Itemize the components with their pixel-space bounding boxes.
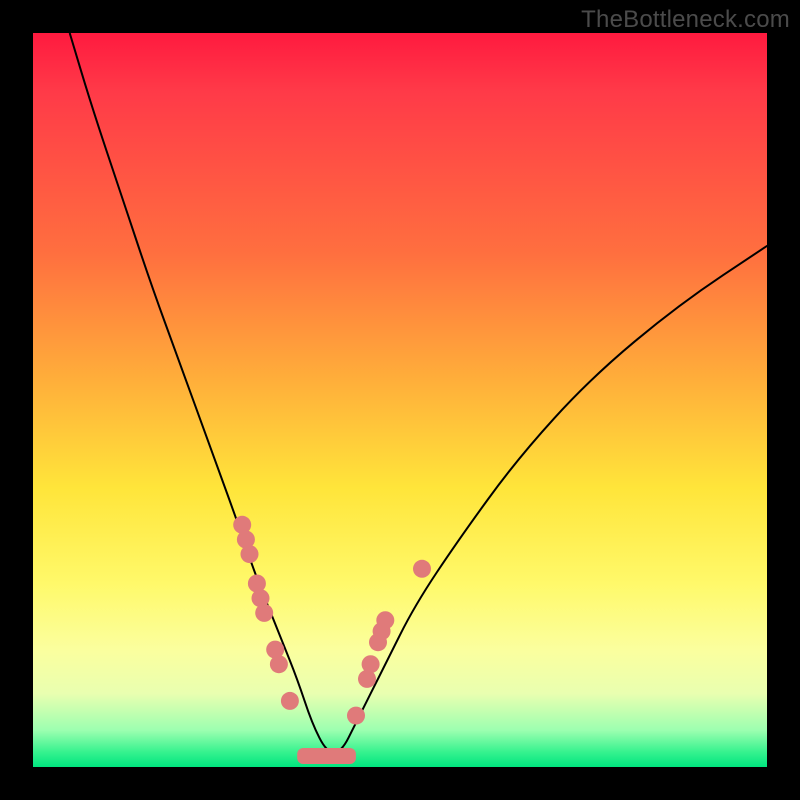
bottleneck-curve: [70, 33, 767, 752]
data-marker: [376, 611, 394, 629]
data-marker: [241, 545, 259, 563]
plot-area: [33, 33, 767, 767]
data-marker: [347, 707, 365, 725]
bottleneck-curve-svg: [33, 33, 767, 767]
data-marker: [413, 560, 431, 578]
markers-right-branch: [347, 560, 431, 725]
watermark-text: TheBottleneck.com: [581, 6, 790, 34]
valley-marker-band: [297, 748, 356, 764]
markers-left-branch: [233, 516, 299, 710]
data-marker: [362, 655, 380, 673]
data-marker: [255, 604, 273, 622]
chart-frame: TheBottleneck.com: [0, 0, 800, 800]
data-marker: [281, 692, 299, 710]
data-marker: [270, 655, 288, 673]
